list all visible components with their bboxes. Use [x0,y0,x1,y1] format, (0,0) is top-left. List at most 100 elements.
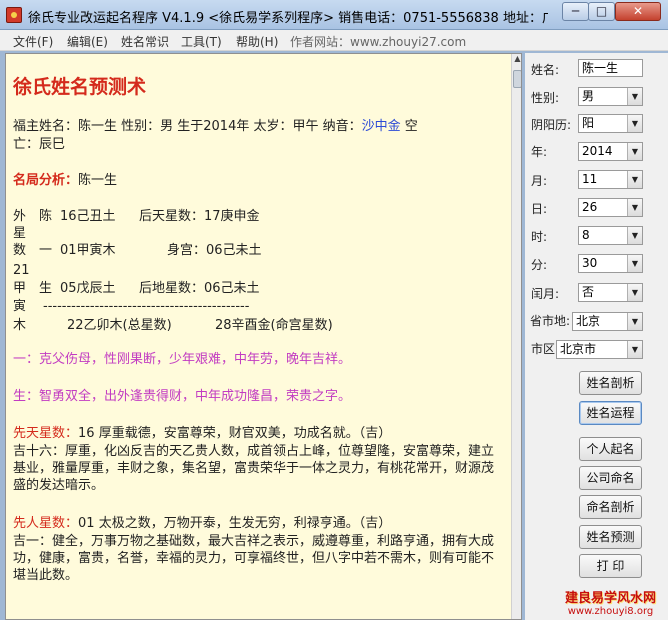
province-select[interactable]: 北京 ▼ [572,312,643,331]
star-row-c: 22乙卯木(总星数) [67,318,172,333]
menu-edit[interactable]: 编辑(E) [67,33,108,50]
verse-yi: 一：克父伤母，性刚果断，少年艰难，中年劳，晚年吉祥。 [13,352,352,367]
app-icon [6,7,22,23]
star-row-d: 28辛酉金(命宫星数) [215,318,333,333]
xianren-text: 01 太极之数，万物开泰，生发无穷，利禄亨通。（吉） [78,516,392,531]
year-value: 2014 [582,144,613,158]
star-row-d: 身宫：06己未土 [167,243,262,258]
chevron-down-icon[interactable]: ▼ [627,255,642,272]
star-row-d: 后天星数：17庚申金 [139,209,260,224]
month-label: 月: [531,174,548,188]
month-value: 11 [582,172,598,186]
chevron-down-icon[interactable]: ▼ [627,115,642,132]
star-row-b: 生 [39,281,53,296]
city-value: 北京市 [560,342,597,356]
minimize-button[interactable]: ─ [562,2,589,21]
fortune-info: 福主姓名：陈一生 性别：男 生于2014年 太岁：甲午 纳音：沙中金 空 [13,118,508,135]
fortune-info-line2: 亡：辰巳 [13,137,66,152]
star-row-divider: ----------------------------------------… [43,299,250,314]
gender-value: 男 [582,89,595,103]
menu-file[interactable]: 文件(F) [13,33,53,50]
star-row-c: 05戊辰土 [60,281,116,296]
menu-help[interactable]: 帮助(H) [236,33,278,50]
city-label: 市区 [531,342,556,356]
fortune-info-text: 福主姓名：陈一生 性别：男 生于2014年 太岁：甲午 纳音： [13,119,362,134]
star-row-a: 星 [13,226,27,241]
watermark-title: 建良易学风水网 [564,591,656,606]
star-row-b: 陈 [39,209,53,224]
company-naming-button[interactable]: 公司命名 [579,466,642,490]
menu-author-site[interactable]: 作者网站：www.zhouyi27.com [290,33,466,50]
name-input[interactable]: 陈一生 [578,59,643,77]
report-scrollbar[interactable]: ▲ [511,54,521,619]
name-analysis-button[interactable]: 姓名剖析 [579,371,642,395]
chevron-down-icon[interactable]: ▼ [627,227,642,244]
name-prediction-button[interactable]: 姓名预测 [579,525,642,549]
star-row-c: 16己丑土 [60,209,116,224]
minute-select[interactable]: 30 ▼ [578,254,643,273]
xiantian-heading: 先天星数：16 厚重载德，安富尊荣，财官双美，功成名就。（吉） [13,425,508,442]
month-select[interactable]: 11 ▼ [578,170,643,189]
analysis-label: 名局分析： [13,173,79,188]
city-select[interactable]: 北京市 ▼ [556,340,643,359]
close-button[interactable]: ✕ [615,2,661,21]
print-button[interactable]: 打 印 [579,554,642,578]
calendar-select[interactable]: 阳 ▼ [578,114,643,133]
personal-naming-button[interactable]: 个人起名 [579,437,642,461]
minute-value: 30 [582,256,598,270]
name-fortune-button[interactable]: 姓名运程 [579,401,642,425]
star-row-a: 21 [13,263,30,278]
xiantian-label: 先天星数： [13,426,79,441]
day-label: 日: [531,202,548,216]
day-select[interactable]: 26 ▼ [578,198,643,217]
chevron-down-icon[interactable]: ▼ [627,88,642,105]
calendar-value: 阳 [582,116,595,130]
naming-analysis-button[interactable]: 命名剖析 [579,495,642,519]
report-panel[interactable]: 徐氏姓名预测术 福主姓名：陈一生 性别：男 生于2014年 太岁：甲午 纳音：沙… [5,53,522,620]
title-bar: 徐氏专业改运起名程序 V4.1.9 <徐氏易学系列程序> 销售电话：0751-5… [0,0,668,30]
leap-month-select[interactable]: 否 ▼ [578,283,643,302]
hour-label: 时: [531,230,548,244]
xianren-label: 先人星数： [13,516,79,531]
chevron-down-icon[interactable]: ▼ [627,313,642,330]
xianren-heading: 先人星数：01 太极之数，万物开泰，生发无穷，利禄亨通。（吉） [13,515,508,532]
star-row-a: 外 [13,209,27,224]
day-value: 26 [582,200,598,214]
province-value: 北京 [576,314,601,328]
leap-month-value: 否 [582,285,595,299]
watermark-url: www.zhouyi8.org [567,606,654,617]
year-label: 年: [531,145,548,159]
maximize-button[interactable]: □ [588,2,615,21]
window-title: 徐氏专业改运起名程序 V4.1.9 <徐氏易学系列程序> 销售电话：0751-5… [28,11,548,26]
chevron-down-icon[interactable]: ▼ [627,171,642,188]
province-label: 省市地: [530,314,571,328]
star-row-d: 后地星数：06己未土 [139,281,260,296]
star-row-b: 一 [39,243,53,258]
calendar-label: 阴阳历: [531,118,572,132]
scroll-up-icon[interactable]: ▲ [512,54,521,66]
analysis-heading: 名局分析：陈一生 [13,172,508,189]
star-row-a: 甲 [13,281,27,296]
menu-name-knowledge[interactable]: 姓名常识 [121,33,169,50]
leap-month-label: 闰月: [531,287,560,301]
scroll-thumb[interactable] [513,70,521,88]
star-row-a: 数 [13,243,27,258]
hour-value: 8 [582,228,590,242]
gender-select[interactable]: 男 ▼ [578,87,643,106]
minute-label: 分: [531,258,548,272]
xianren-detail: 吉一：健全，万事万物之基础数，最大吉祥之表示，威遵尊重，利路亨通，拥有大成功，健… [13,534,495,583]
year-select[interactable]: 2014 ▼ [578,142,643,161]
input-panel: 姓名: 陈一生 性别: 男 ▼ 阴阳历: 阳 ▼ 年: 2014 ▼ 月: 11 ▼ 日… [525,53,668,620]
menu-bar: 文件(F) 编辑(E) 姓名常识 工具(T) 帮助(H) 作者网站：www.zh… [0,30,668,51]
chevron-down-icon[interactable]: ▼ [627,284,642,301]
star-row-a: 寅 [13,299,27,314]
menu-tools[interactable]: 工具(T) [181,33,222,50]
name-label: 姓名: [531,63,560,77]
xiantian-detail: 吉十六：厚重，化凶反吉的天乙贵人数，成首领占上峰，位尊望隆，安富尊荣，建立基业，… [13,444,495,493]
watermark-logo: 建良易学风水网 www.zhouyi8.org [553,591,668,620]
chevron-down-icon[interactable]: ▼ [627,341,642,358]
chevron-down-icon[interactable]: ▼ [627,143,642,160]
chevron-down-icon[interactable]: ▼ [627,199,642,216]
hour-select[interactable]: 8 ▼ [578,226,643,245]
verse-sheng: 生：智勇双全，出外逢贵得财，中年成功隆昌，荣贵之字。 [13,389,352,404]
